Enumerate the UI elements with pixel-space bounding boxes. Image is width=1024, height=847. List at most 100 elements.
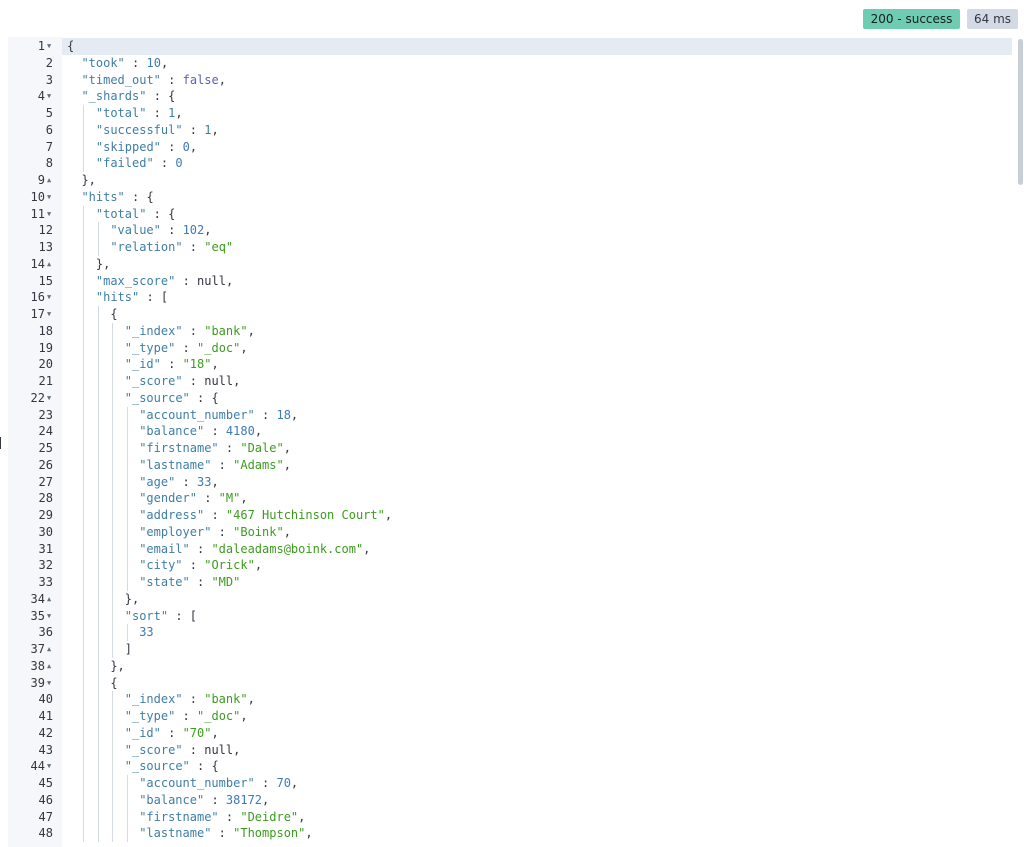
indent-guide <box>83 557 85 574</box>
chevron-down-icon[interactable]: ▼ <box>47 676 55 690</box>
line-number: 17 <box>30 307 45 321</box>
json-number: 70 <box>276 776 291 790</box>
indent-guide <box>112 574 114 591</box>
left-edge-marker <box>0 437 1 449</box>
chevron-down-icon[interactable]: ▼ <box>47 39 55 53</box>
code-line: 21 "_score" : null, <box>8 373 1008 390</box>
json-punctuation: , <box>262 792 270 807</box>
indent-guide <box>97 741 99 759</box>
chevron-up-icon[interactable]: ▲ <box>47 592 55 606</box>
line-number: 34 <box>30 591 45 606</box>
json-key: "account_number" <box>139 407 255 422</box>
indent-guide <box>126 507 128 524</box>
code-text: "skipped" : 0, <box>96 139 197 156</box>
code-line: 18 "_index" : "bank", <box>8 322 1008 340</box>
indent-guide <box>97 322 99 340</box>
indent-guide <box>112 373 114 390</box>
json-punctuation: , <box>290 776 299 790</box>
code-text: "relation" : "eq" <box>110 239 233 256</box>
code-line: 15 "max_score" : null, <box>8 272 1008 290</box>
code-line: 19 "_type" : "_doc", <box>8 339 1008 357</box>
chevron-down-icon[interactable]: ▼ <box>47 391 55 405</box>
chevron-up-icon[interactable]: ▲ <box>47 659 55 673</box>
code-text: "hits" : { <box>81 189 153 206</box>
code-line: 3 "timed_out" : false, <box>8 72 1008 89</box>
chevron-down-icon[interactable]: ▼ <box>47 190 55 204</box>
json-punctuation: : <box>204 792 226 807</box>
indent-guide <box>112 691 114 708</box>
code-text: ] <box>125 641 132 658</box>
indent-guide <box>126 574 128 591</box>
line-number: 14 <box>30 256 45 271</box>
line-number: 48 <box>38 826 53 841</box>
json-number: 1 <box>204 122 212 137</box>
json-punctuation: }, <box>81 173 96 187</box>
indent-guide <box>83 289 85 306</box>
code-text: { <box>110 675 117 692</box>
indent-guide <box>97 641 99 658</box>
code-line: 37 ▲] <box>8 641 1008 658</box>
json-key: "employer" <box>139 524 212 539</box>
line-number: 26 <box>38 457 53 472</box>
json-punctuation: : <box>175 474 197 489</box>
json-key: "email" <box>139 541 190 556</box>
indent-guide <box>83 155 85 172</box>
json-punctuation: , <box>298 809 306 824</box>
chevron-down-icon[interactable]: ▼ <box>47 759 55 773</box>
json-string: "daleadams@boink.com" <box>211 541 364 556</box>
indent-guide <box>112 557 114 574</box>
json-punctuation: , <box>254 558 263 573</box>
json-punctuation: , <box>189 139 198 154</box>
json-punctuation: , <box>283 524 291 539</box>
line-number: 1 <box>37 39 45 53</box>
json-number: 4180 <box>225 424 255 439</box>
json-punctuation: : <box>182 558 205 573</box>
json-number: 33 <box>197 474 212 489</box>
indent-guide <box>97 306 99 323</box>
json-punctuation: : <box>204 508 226 522</box>
chevron-up-icon[interactable]: ▲ <box>47 173 55 187</box>
code-text: }, <box>81 172 95 189</box>
json-punctuation: : <box>182 122 205 137</box>
chevron-up-icon[interactable]: ▲ <box>47 642 55 656</box>
chevron-down-icon[interactable]: ▼ <box>47 307 55 321</box>
code-text: "employer" : "Boink", <box>139 524 291 541</box>
chevron-up-icon[interactable]: ▲ <box>47 257 55 271</box>
line-number: 37 <box>30 642 45 656</box>
indent-guide <box>83 356 85 373</box>
json-punctuation: : <box>175 709 198 723</box>
json-key: "address" <box>139 508 205 522</box>
chevron-down-icon[interactable]: ▼ <box>47 290 55 304</box>
code-line: 39 ▼ { <box>8 674 1008 692</box>
code-line: 6 "successful" : 1, <box>8 121 1008 139</box>
code-line: 45 "account_number" : 70, <box>8 775 1008 792</box>
indent-guide <box>112 322 114 340</box>
json-key: "_source" <box>124 759 190 774</box>
json-punctuation: : <box>182 374 205 388</box>
indent-guide <box>97 406 99 424</box>
indent-guide <box>83 239 85 256</box>
indent-guide <box>126 540 128 558</box>
code-lines: 1 ▼{2 "took" : 10, 3 "timed_out" : false, 4 ▼ "… <box>8 38 1008 842</box>
indent-guide <box>83 423 85 440</box>
json-punctuation: : { <box>189 390 219 405</box>
indent-guide <box>97 540 99 558</box>
indent-guide <box>97 825 99 842</box>
chevron-down-icon[interactable]: ▼ <box>47 609 55 623</box>
code-line: 25 "firstname" : "Dale", <box>8 440 1008 457</box>
chevron-down-icon[interactable]: ▼ <box>47 89 55 103</box>
chevron-down-icon[interactable]: ▼ <box>47 207 55 221</box>
json-punctuation: , <box>240 340 248 355</box>
json-punctuation: , <box>283 457 291 472</box>
code-line: 8 "failed" : 0 <box>8 155 1008 172</box>
indent-guide <box>83 473 85 491</box>
response-editor[interactable]: 1 ▼{2 "took" : 10, 3 "timed_out" : false, 4 ▼ "… <box>8 37 1024 847</box>
code-line: 44 ▼ "_source" : { <box>8 758 1008 775</box>
line-number: 28 <box>38 491 53 506</box>
json-punctuation: , <box>175 106 183 120</box>
json-punctuation: }, <box>124 591 140 606</box>
line-number: 35 <box>30 608 45 623</box>
indent-guide <box>112 473 114 491</box>
scrollbar-thumb[interactable] <box>1018 39 1023 185</box>
json-punctuation: : { <box>146 89 176 104</box>
